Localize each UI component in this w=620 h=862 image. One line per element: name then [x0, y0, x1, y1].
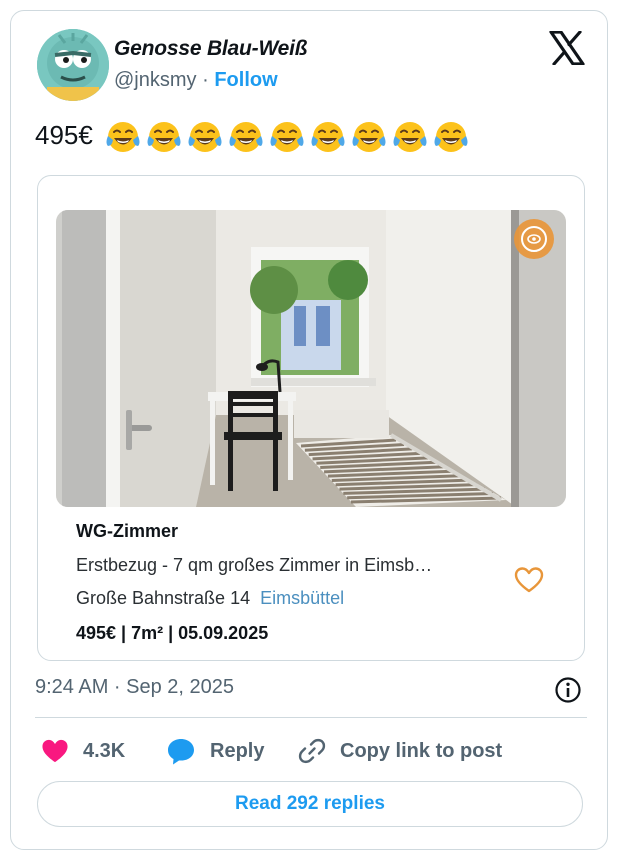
tears-of-joy-emoji-icon	[393, 122, 427, 152]
copy-link-label: Copy link to post	[340, 739, 503, 762]
author-handle[interactable]: @jnksmy	[114, 69, 197, 91]
separator: ·	[202, 69, 209, 91]
read-replies-label: Read 292 replies	[235, 793, 385, 814]
divider	[35, 717, 587, 718]
listing-street: Große Bahnstraße 14	[76, 588, 251, 608]
listing-address: Große Bahnstraße 14 Eimsbüttel	[76, 588, 344, 609]
tears-of-joy-emoji-icon	[434, 122, 468, 152]
copy-link-button[interactable]: Copy link to post	[298, 734, 502, 768]
heart-filled-icon	[42, 739, 68, 763]
author-name[interactable]: Genosse Blau-Weiß	[114, 37, 308, 61]
tears-of-joy-emoji-icon	[352, 122, 386, 152]
room-photo	[56, 210, 566, 507]
listing-district[interactable]: Eimsbüttel	[260, 588, 344, 608]
follow-button[interactable]: Follow	[214, 69, 277, 91]
like-button[interactable]: 4.3K	[41, 734, 125, 768]
tears-of-joy-emoji-icon	[147, 122, 181, 152]
tweet-card: Genosse Blau-Weiß @jnksmy · Follow 495€	[10, 10, 608, 850]
listing-title: WG-Zimmer	[76, 521, 179, 541]
tears-of-joy-emoji-icon	[229, 122, 263, 152]
tears-of-joy-emoji-icon	[270, 122, 304, 152]
emoji-row	[100, 120, 469, 152]
info-icon[interactable]	[554, 676, 582, 704]
listing-meta: 495€ | 7m² | 05.09.2025	[76, 623, 269, 643]
author-handle-row: @jnksmy · Follow	[114, 69, 278, 92]
x-logo-icon[interactable]	[549, 31, 585, 65]
likes-count: 4.3K	[83, 739, 126, 762]
photo-badge-icon[interactable]	[514, 218, 558, 262]
speech-bubble-icon	[168, 739, 194, 765]
tears-of-joy-emoji-icon	[311, 122, 345, 152]
tweet-price-text: 495€	[35, 119, 93, 150]
listing-description: Erstbezug - 7 qm großes Zimmer in Eimsb…	[76, 555, 433, 575]
link-icon	[298, 738, 326, 764]
heart-outline-icon[interactable]	[514, 566, 544, 594]
avatar[interactable]	[37, 29, 109, 101]
reply-label: Reply	[210, 739, 265, 762]
tweet-text: 495€	[35, 119, 469, 155]
listing-card[interactable]: WG-Zimmer Erstbezug - 7 qm großes Zimmer…	[37, 175, 585, 661]
read-replies-button[interactable]: Read 292 replies	[37, 781, 583, 827]
reply-button[interactable]: Reply	[166, 734, 264, 768]
tears-of-joy-emoji-icon	[106, 122, 140, 152]
timestamp[interactable]: 9:24 AM · Sep 2, 2025	[35, 676, 234, 699]
tears-of-joy-emoji-icon	[188, 122, 222, 152]
